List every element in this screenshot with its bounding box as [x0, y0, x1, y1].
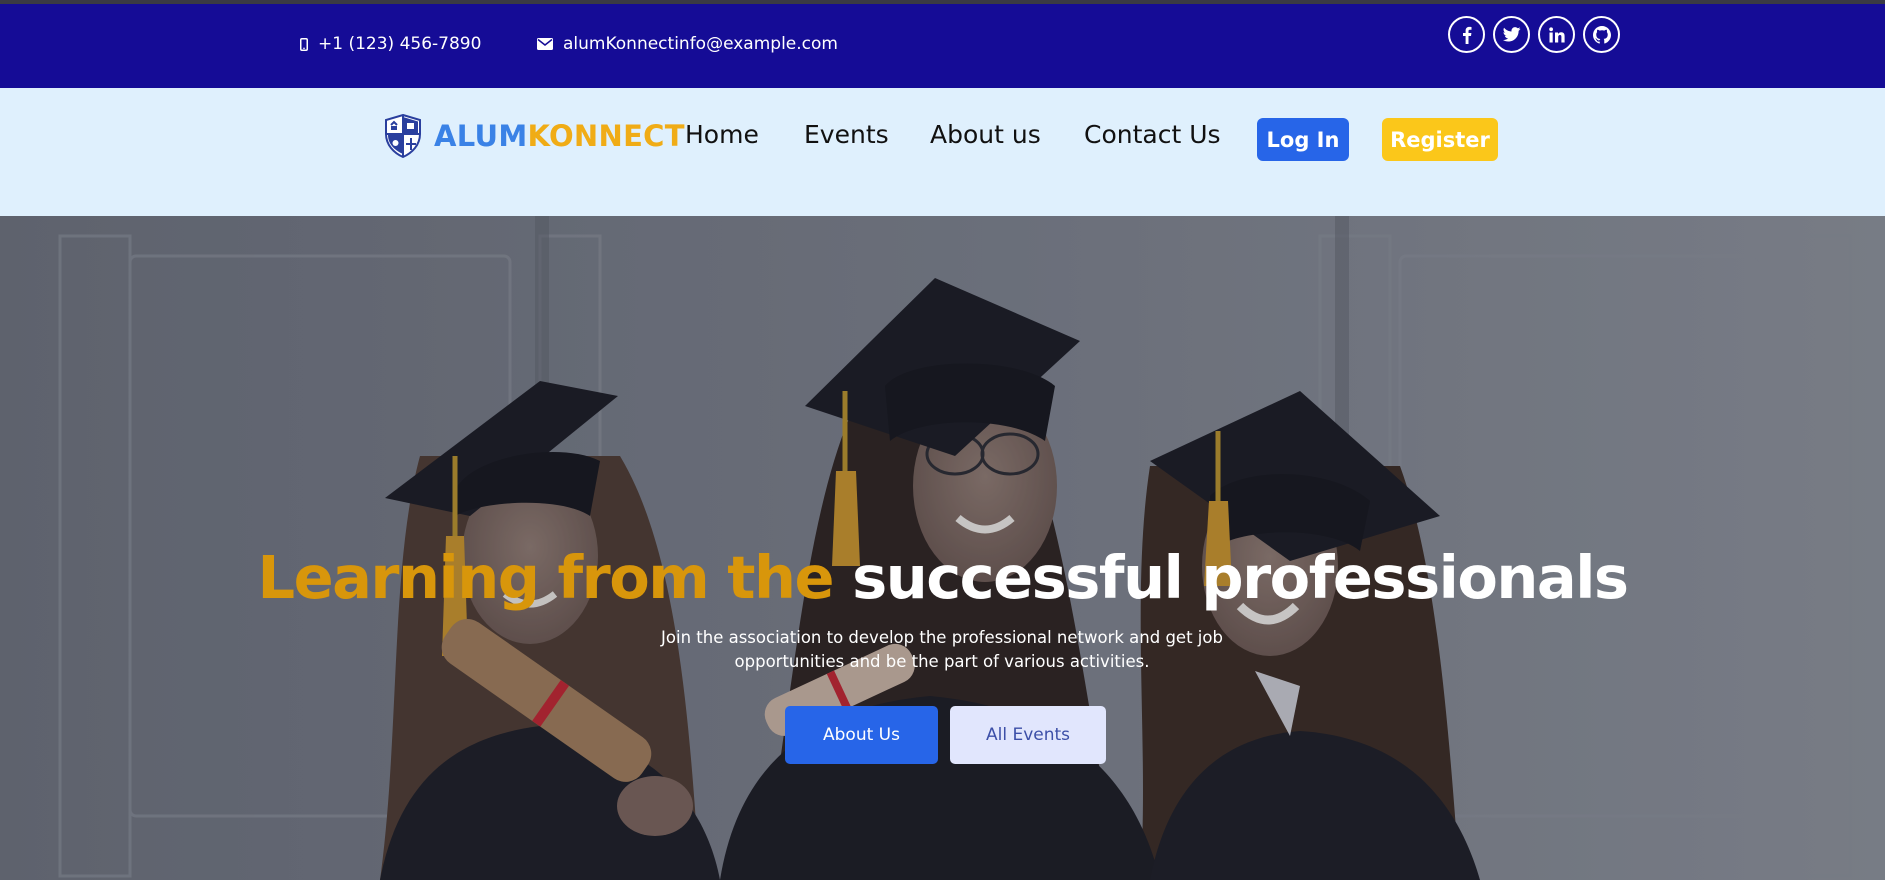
brand-name-part1: ALUM [434, 119, 528, 153]
email-contact[interactable]: alumKonnectinfo@example.com [537, 34, 838, 54]
github-icon[interactable] [1583, 16, 1620, 53]
shield-crest-icon [385, 114, 421, 158]
login-button[interactable]: Log In [1257, 118, 1349, 161]
phone-number: +1 (123) 456-7890 [318, 34, 482, 54]
register-button[interactable]: Register [1382, 118, 1498, 161]
hero-headline: Learning from the successful professiona… [0, 543, 1885, 612]
hero-subtext: Join the association to develop the prof… [642, 626, 1242, 674]
all-events-button[interactable]: All Events [950, 706, 1106, 764]
main-navbar: ALUMKONNECT Home Events About us Contact… [0, 88, 1885, 216]
phone-contact[interactable]: +1 (123) 456-7890 [300, 34, 481, 54]
about-us-button[interactable]: About Us [785, 706, 938, 764]
envelope-icon [537, 38, 553, 50]
hero-subtext-line1: Join the association to develop the prof… [661, 628, 1223, 647]
nav-about-us[interactable]: About us [930, 120, 1041, 149]
nav-home[interactable]: Home [685, 120, 759, 149]
nav-contact-us[interactable]: Contact Us [1084, 120, 1221, 149]
brand-logo[interactable]: ALUMKONNECT [384, 114, 685, 158]
hero-headline-highlight: Learning from the [257, 543, 834, 612]
linkedin-icon[interactable] [1538, 16, 1575, 53]
hero-headline-main: successful professionals [852, 543, 1629, 612]
hero-subtext-line2: opportunities and be the part of various… [734, 652, 1150, 671]
brand-name-part2: KONNECT [527, 119, 685, 153]
brand-name: ALUMKONNECT [434, 119, 685, 153]
twitter-icon[interactable] [1493, 16, 1530, 53]
social-links [1448, 16, 1620, 53]
top-contact-bar: +1 (123) 456-7890 alumKonnectinfo@exampl… [0, 4, 1885, 88]
email-address: alumKonnectinfo@example.com [563, 34, 838, 54]
nav-events[interactable]: Events [804, 120, 889, 149]
phone-icon [300, 37, 308, 51]
facebook-icon[interactable] [1448, 16, 1485, 53]
hero-section: Learning from the successful professiona… [0, 216, 1885, 880]
